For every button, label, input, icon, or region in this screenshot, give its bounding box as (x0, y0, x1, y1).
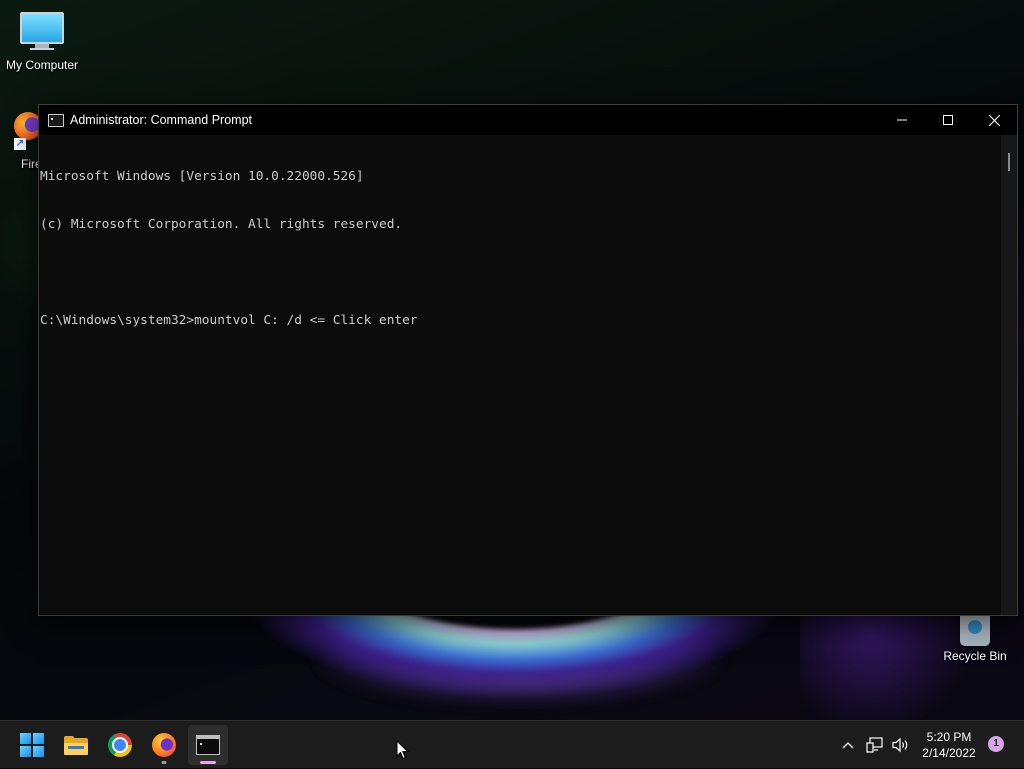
start-button[interactable] (12, 725, 52, 765)
show-hidden-icons-button[interactable] (836, 733, 860, 757)
chevron-up-icon (842, 742, 854, 749)
network-button[interactable] (863, 733, 887, 757)
close-icon (988, 114, 1000, 126)
command-prompt-icon (48, 113, 64, 127)
recycle-bin-icon (960, 612, 990, 646)
clock-time: 5:20 PM (926, 730, 972, 744)
chrome-icon (108, 733, 132, 757)
network-icon (866, 737, 883, 753)
maximize-button[interactable] (925, 105, 971, 135)
desktop-icon-recycle-bin[interactable]: Recycle Bin (933, 612, 1017, 663)
mouse-cursor-icon (396, 740, 410, 760)
taskbar-firefox[interactable] (144, 725, 184, 765)
computer-icon (20, 12, 64, 50)
terminal-icon (196, 735, 220, 755)
vertical-scrollbar[interactable] (1001, 135, 1017, 615)
shortcut-arrow-icon: ↗ (14, 138, 26, 150)
taskbar-file-explorer[interactable] (56, 725, 96, 765)
desktop-icon-label: Recycle Bin (943, 649, 1007, 663)
clock-date: 2/14/2022 (922, 746, 976, 760)
window-title: Administrator: Command Prompt (70, 113, 253, 127)
scrollbar-thumb[interactable] (1008, 153, 1010, 171)
maximize-icon (943, 115, 953, 125)
window-titlebar[interactable]: Administrator: Command Prompt (39, 105, 1017, 135)
taskbar-command-prompt[interactable] (188, 725, 228, 765)
system-tray (836, 721, 913, 769)
console-line: (c) Microsoft Corporation. All rights re… (40, 217, 403, 232)
console-output[interactable]: Microsoft Windows [Version 10.0.22000.52… (39, 135, 1001, 615)
windows-start-icon (20, 733, 44, 757)
taskbar-chrome[interactable] (100, 725, 140, 765)
desktop-icon-label: My Computer (5, 58, 79, 72)
minimize-button[interactable] (879, 105, 925, 135)
volume-button[interactable] (889, 733, 913, 757)
taskbar: 5:20 PM 2/14/2022 (0, 720, 1024, 768)
firefox-icon (152, 733, 176, 757)
folder-icon (64, 735, 88, 755)
taskbar-clock[interactable]: 5:20 PM 2/14/2022 (914, 729, 984, 761)
notification-badge[interactable]: 1 (988, 736, 1004, 752)
active-indicator (200, 761, 216, 764)
console-command-line: C:\Windows\system32>mountvol C: /d <= Cl… (40, 313, 418, 328)
close-button[interactable] (971, 105, 1017, 135)
console-line: Microsoft Windows [Version 10.0.22000.52… (40, 169, 364, 184)
command-prompt-window[interactable]: Administrator: Command Prompt Microsoft … (38, 104, 1018, 616)
desktop-icon-my-computer[interactable]: My Computer (0, 12, 84, 72)
minimize-icon (897, 119, 907, 121)
speaker-icon (892, 737, 908, 753)
running-indicator (161, 761, 167, 764)
